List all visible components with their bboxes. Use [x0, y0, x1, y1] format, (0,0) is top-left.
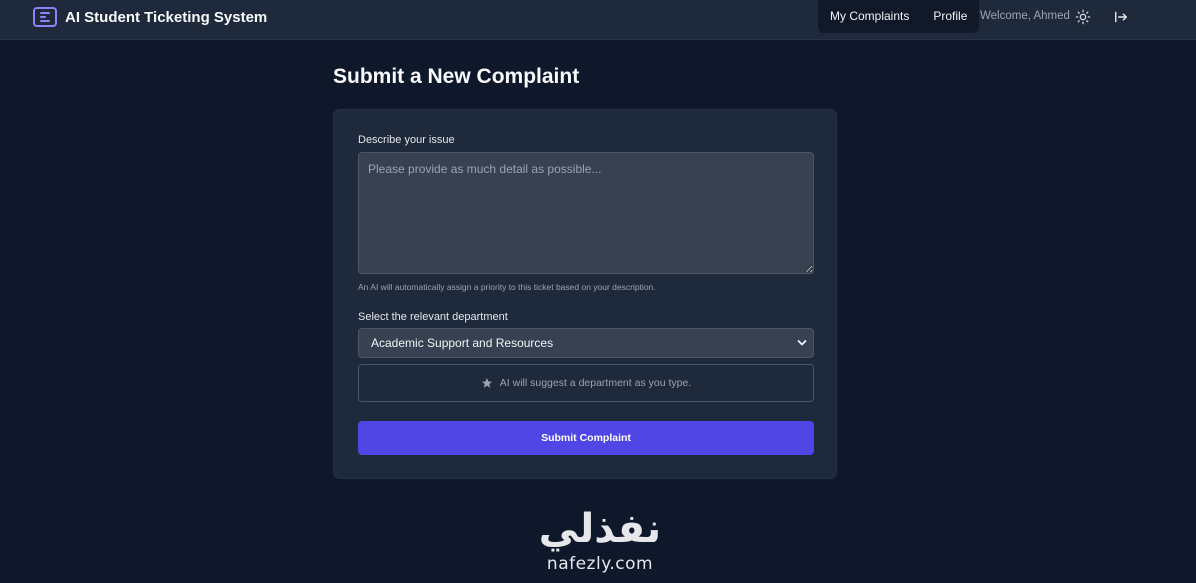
department-select-wrapper: Academic Support and Resources: [358, 328, 814, 358]
department-select[interactable]: Academic Support and Resources: [359, 329, 813, 357]
welcome-text: Welcome, Ahmed: [980, 10, 1070, 22]
star-icon: [481, 378, 492, 388]
theme-toggle-button[interactable]: [1073, 7, 1093, 27]
watermark: نفذلي nafezly.com: [520, 505, 680, 583]
watermark-latin: nafezly.com: [546, 554, 654, 574]
issue-help-text: An AI will automatically assign a priori…: [358, 282, 656, 292]
complaint-form: Describe your issue An AI will automatic…: [333, 109, 837, 479]
submit-complaint-button[interactable]: Submit Complaint: [358, 421, 814, 455]
ai-suggestion-box: AI will suggest a department as you type…: [358, 364, 814, 402]
sun-icon: [1075, 9, 1091, 25]
document-list-icon: [33, 7, 57, 27]
page-title: Submit a New Complaint: [333, 65, 580, 88]
brand[interactable]: AI Student Ticketing System: [33, 7, 267, 27]
logout-button[interactable]: [1111, 7, 1131, 27]
ai-suggestion-text: AI will suggest a department as you type…: [499, 377, 692, 389]
issue-description-textarea[interactable]: [358, 152, 814, 274]
issue-label: Describe your issue: [358, 134, 455, 146]
app-title: AI Student Ticketing System: [65, 8, 268, 26]
nav-my-complaints[interactable]: My Complaints: [818, 0, 921, 33]
nav-profile[interactable]: Profile: [921, 0, 979, 33]
department-label: Select the relevant department: [358, 311, 508, 323]
main-nav: My Complaints Profile: [818, 0, 980, 33]
top-navbar: AI Student Ticketing System My Complaint…: [0, 0, 1196, 40]
logout-icon: [1115, 11, 1127, 23]
watermark-arabic: نفذلي: [538, 506, 662, 552]
